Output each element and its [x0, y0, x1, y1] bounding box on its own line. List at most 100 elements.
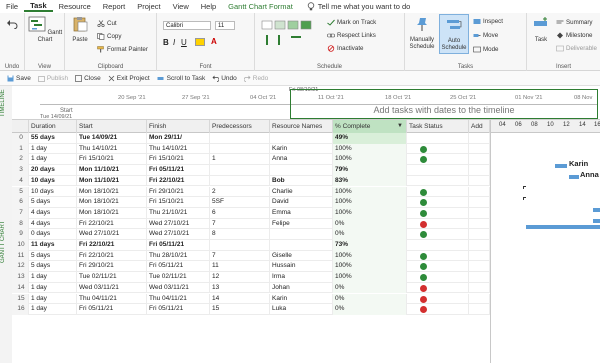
add-column-cell[interactable] [469, 186, 490, 198]
percent-complete-cell[interactable]: 100% [333, 143, 407, 155]
resource-names-cell[interactable]: Felipe [270, 218, 333, 230]
percent-complete-cell[interactable]: 0% [333, 229, 407, 240]
resource-names-cell[interactable]: Charlie [270, 186, 333, 198]
publish-button[interactable]: Publish [37, 75, 68, 82]
percent-complete-cell[interactable]: 100% [333, 272, 407, 283]
inactivate-button[interactable]: Inactivate [327, 45, 363, 52]
gantt-bar[interactable] [526, 225, 600, 229]
percent-complete-cell[interactable]: 100% [333, 186, 407, 198]
percent-complete-cell[interactable]: 49% [333, 133, 407, 144]
task-status-cell[interactable] [407, 261, 469, 273]
cut-button[interactable]: Cut [97, 20, 117, 27]
table-row[interactable]: 90 days Wed 27/10/21 Wed 27/10/21 8 0% [12, 229, 490, 240]
task-status-cell[interactable] [407, 293, 469, 305]
add-column-cell[interactable] [469, 154, 490, 166]
predecessors-cell[interactable]: 14 [210, 293, 270, 305]
table-row[interactable]: 12 5 days Fri 29/10/21 Fri 05/11/21 11 Hussai… [12, 261, 490, 273]
resource-names-cell[interactable]: Johan [270, 282, 333, 294]
finish-cell[interactable]: Thu 04/11/21 [147, 293, 210, 305]
duration-cell[interactable]: 10 days [29, 175, 77, 187]
column-header-percent-complete[interactable]: % Complete ▼ [333, 120, 407, 133]
task-status-cell[interactable] [407, 197, 469, 208]
predecessors-cell[interactable]: 2 [210, 186, 270, 198]
menu-task[interactable]: Task [24, 1, 53, 12]
mark-on-track-button[interactable]: Mark on Track [327, 19, 376, 26]
resource-names-cell[interactable]: Karin [270, 293, 333, 305]
resource-names-cell[interactable]: Emma [270, 207, 333, 219]
start-cell[interactable]: Mon 11/10/21 [77, 175, 147, 187]
add-column-cell[interactable] [469, 143, 490, 155]
undo-button[interactable]: Undo [212, 75, 237, 82]
underline-button[interactable]: U [181, 38, 187, 47]
start-cell[interactable]: Thu 14/10/21 [77, 143, 147, 155]
task-status-cell[interactable] [407, 282, 469, 294]
start-cell[interactable]: Mon 18/10/21 [77, 186, 147, 198]
duration-cell[interactable]: 5 days [29, 250, 77, 262]
task-status-cell[interactable] [407, 218, 469, 230]
deliverable-button[interactable]: Deliverable [556, 45, 597, 52]
predecessors-cell[interactable]: 5SF [210, 197, 270, 208]
start-cell[interactable]: Fri 22/10/21 [77, 240, 147, 251]
percent-complete-cell[interactable]: 100% [333, 250, 407, 262]
gantt-chart-button[interactable]: Gantt Chart [27, 16, 63, 44]
duration-cell[interactable]: 1 day [29, 143, 77, 155]
respect-links-button[interactable]: Respect Links [327, 32, 376, 39]
percent-complete-cell[interactable]: 100% [333, 207, 407, 219]
menu-view[interactable]: View [167, 2, 195, 11]
percent-complete-cell[interactable]: 100% [333, 261, 407, 273]
column-header-task-status[interactable]: Task Status [407, 120, 469, 133]
duration-cell[interactable]: 20 days [29, 165, 77, 176]
font-name-box[interactable]: Calibri [163, 21, 211, 30]
add-column-cell[interactable] [469, 207, 490, 219]
finish-cell[interactable]: Mon 29/11/ [147, 133, 210, 144]
task-status-cell[interactable] [407, 186, 469, 198]
predecessors-cell[interactable] [210, 240, 270, 251]
duration-cell[interactable]: 1 day [29, 272, 77, 283]
duration-cell[interactable]: 5 days [29, 261, 77, 273]
predecessors-cell[interactable]: 13 [210, 282, 270, 294]
start-cell[interactable]: Tue 02/11/21 [77, 272, 147, 283]
table-row[interactable]: 13 1 day Tue 02/11/21 Tue 02/11/21 12 Irma 100… [12, 272, 490, 283]
resource-names-cell[interactable]: Anna [270, 154, 333, 166]
resource-names-cell[interactable]: Karin [270, 143, 333, 155]
percent-complete-cell[interactable]: 83% [333, 175, 407, 187]
start-cell[interactable]: Tue 14/09/21 [77, 133, 147, 144]
duration-cell[interactable]: 55 days [29, 133, 77, 144]
task-status-cell[interactable] [407, 304, 469, 315]
manually-schedule-button[interactable]: Manually Schedule [407, 16, 437, 51]
duration-cell[interactable]: 1 day [29, 154, 77, 166]
predecessors-cell[interactable]: 6 [210, 207, 270, 219]
table-row[interactable]: 4 10 days Mon 11/10/21 Fri 22/10/21 Bob 83% [12, 175, 490, 187]
finish-cell[interactable]: Fri 05/11/21 [147, 261, 210, 273]
finish-cell[interactable]: Thu 14/10/21 [147, 143, 210, 155]
predecessors-cell[interactable]: 15 [210, 304, 270, 315]
mode-button[interactable]: Mode [473, 46, 498, 53]
menu-gantt-chart-format[interactable]: Gantt Chart Format [222, 2, 299, 11]
percent-complete-cell[interactable]: 100% [333, 197, 407, 208]
task-status-cell[interactable] [407, 272, 469, 283]
start-cell[interactable]: Fri 15/10/21 [77, 154, 147, 166]
start-cell[interactable]: Thu 04/11/21 [77, 293, 147, 305]
chevron-down-icon[interactable]: ▼ [397, 120, 403, 133]
task-status-cell[interactable] [407, 229, 469, 240]
duration-cell[interactable]: 1 day [29, 293, 77, 305]
add-column-cell[interactable] [469, 240, 490, 251]
table-row[interactable]: 84 days Fri 22/10/21 Wed 27/10/21 7 Felipe 0% [12, 218, 490, 230]
resource-names-cell[interactable]: Giselle [270, 250, 333, 262]
menu-project[interactable]: Project [131, 2, 166, 11]
finish-cell[interactable]: Thu 21/10/21 [147, 207, 210, 219]
gantt-bar[interactable] [593, 208, 600, 212]
row-header-corner[interactable] [12, 120, 29, 133]
inspect-button[interactable]: Inspect [473, 18, 503, 25]
predecessors-cell[interactable] [210, 165, 270, 176]
percent-complete-cell[interactable]: 0% [333, 282, 407, 294]
table-row[interactable]: 16 1 day Fri 05/11/21 Fri 05/11/21 15 Luka 0% [12, 304, 490, 315]
table-row[interactable]: 14 1 day Wed 03/11/21 Wed 03/11/21 13 Johan 0% [12, 282, 490, 294]
finish-cell[interactable]: Wed 27/10/21 [147, 229, 210, 240]
move-button[interactable]: Move [473, 32, 498, 39]
menu-file[interactable]: File [0, 2, 24, 11]
menu-report[interactable]: Report [97, 2, 132, 11]
resource-names-cell[interactable] [270, 229, 333, 240]
add-column-cell[interactable] [469, 229, 490, 240]
table-row[interactable]: 3 20 days Mon 11/10/21 Fri 05/11/21 79% [12, 165, 490, 176]
